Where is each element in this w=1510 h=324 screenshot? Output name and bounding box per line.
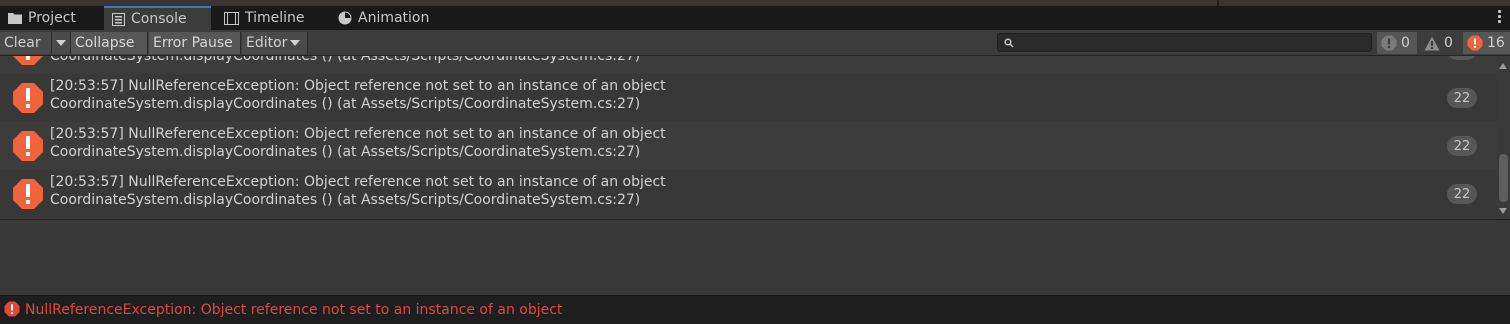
log-stacktrace: CoordinateSystem.displayCoordinates () (… <box>50 96 641 112</box>
error-icon <box>4 301 20 317</box>
log-stacktrace: CoordinateSystem.displayCoordinates () (… <box>50 144 641 160</box>
error-pause-toggle[interactable]: Error Pause <box>149 32 241 54</box>
console-log-list: CoordinateSystem.displayCoordinates () (… <box>0 56 1497 220</box>
log-stacktrace: CoordinateSystem.displayCoordinates () (… <box>50 192 641 208</box>
error-count: 16 <box>1487 35 1505 51</box>
list-item[interactable]: [20:53:57] NullReferenceException: Objec… <box>0 74 1497 122</box>
editor-dropdown[interactable]: Editor <box>242 32 308 54</box>
warning-count: 0 <box>1444 35 1453 51</box>
tab-animation-label: Animation <box>358 10 430 26</box>
timeline-icon <box>224 11 239 25</box>
clear-button-label: Clear <box>4 35 41 51</box>
status-bar[interactable]: NullReferenceException: Object reference… <box>0 295 1510 324</box>
chevron-down-icon <box>290 40 301 46</box>
scroll-up-icon[interactable] <box>1499 63 1507 69</box>
vertical-scrollbar[interactable] <box>1497 56 1510 219</box>
scrollbar-thumb[interactable] <box>1499 154 1508 202</box>
clear-options-dropdown[interactable] <box>52 32 71 54</box>
collapse-count-badge <box>1447 56 1477 60</box>
list-item[interactable]: [20:53:57] NullReferenceException: Objec… <box>0 122 1497 170</box>
chevron-down-icon <box>56 40 66 46</box>
log-message: [20:53:57] NullReferenceException: Objec… <box>50 126 666 142</box>
tab-console[interactable]: Console <box>104 6 211 30</box>
log-detail-pane <box>0 220 1510 295</box>
more-options-icon[interactable] <box>1498 10 1502 25</box>
search-input[interactable] <box>997 33 1372 52</box>
log-message: [20:53:57] NullReferenceException: Objec… <box>50 78 666 94</box>
list-item[interactable]: CoordinateSystem.displayCoordinates () (… <box>0 56 1497 74</box>
warning-count-toggle[interactable]: 0 <box>1420 32 1460 54</box>
tab-project[interactable]: Project <box>0 6 102 30</box>
tab-project-label: Project <box>28 10 76 26</box>
editor-dropdown-label: Editor <box>246 35 288 51</box>
log-message: [20:53:57] NullReferenceException: Objec… <box>50 174 666 190</box>
console-toolbar: Clear Collapse Error Pause Editor 0 0 16 <box>0 30 1510 56</box>
search-icon <box>1004 38 1014 48</box>
console-icon <box>112 12 125 26</box>
warning-icon <box>1424 36 1440 50</box>
error-count-toggle[interactable]: 16 <box>1463 32 1510 54</box>
collapse-count-badge: 22 <box>1447 88 1477 108</box>
info-icon <box>1381 35 1397 51</box>
log-count: 0 <box>1401 35 1410 51</box>
log-count-toggle[interactable]: 0 <box>1377 32 1417 54</box>
error-icon <box>13 83 43 113</box>
tab-timeline[interactable]: Timeline <box>216 6 328 30</box>
tab-bar: Project Console Timeline Animation <box>0 6 1510 30</box>
tab-animation[interactable]: Animation <box>330 6 450 30</box>
error-pause-label: Error Pause <box>153 35 233 51</box>
log-stacktrace: CoordinateSystem.displayCoordinates () (… <box>50 56 641 64</box>
collapse-toggle[interactable]: Collapse <box>71 32 148 54</box>
error-icon <box>13 179 43 209</box>
error-icon <box>13 131 43 161</box>
animation-icon <box>338 11 352 25</box>
collapse-count-badge: 22 <box>1447 184 1477 204</box>
collapse-count-badge: 22 <box>1447 136 1477 156</box>
error-icon <box>1467 35 1483 51</box>
status-message: NullReferenceException: Object reference… <box>25 302 563 318</box>
collapse-label: Collapse <box>75 35 135 51</box>
tab-timeline-label: Timeline <box>245 10 305 26</box>
scroll-down-icon[interactable] <box>1499 208 1507 214</box>
folder-icon <box>8 13 22 24</box>
tab-console-label: Console <box>131 11 187 27</box>
error-icon <box>13 56 43 65</box>
list-item[interactable]: [20:53:57] NullReferenceException: Objec… <box>0 170 1497 218</box>
clear-button[interactable]: Clear <box>0 32 52 54</box>
